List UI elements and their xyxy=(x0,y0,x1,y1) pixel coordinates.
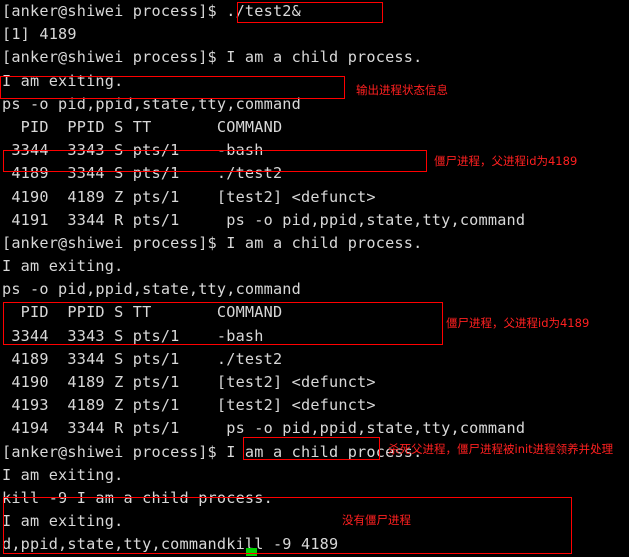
terminal-line: ps -o pid,ppid,state,tty,command xyxy=(2,94,301,113)
terminal-line: d,ppid,state,tty,commandkill -9 4189 xyxy=(2,535,339,554)
terminal-line: 4189 3344 S pts/1 ./test2 xyxy=(2,349,283,368)
terminal-screen[interactable]: [anker@shiwei process]$ ./test2& [1] 418… xyxy=(0,0,629,557)
annotation-kill-parent: 杀死父进程，僵尸进程被init进程领养并处理 xyxy=(388,442,614,456)
terminal-line: [anker@shiwei process]$ ./test2& xyxy=(2,2,301,20)
terminal-line: I am exiting. xyxy=(2,257,124,276)
terminal-output[interactable]: [anker@shiwei process]$ ./test2& [1] 418… xyxy=(0,0,629,557)
annotation-zombie-row-single: 僵尸进程，父进程id为4189 xyxy=(434,154,578,168)
terminal-line: I am exiting. xyxy=(2,465,124,484)
terminal-line: 4190 4189 Z pts/1 [test2] <defunct> xyxy=(2,373,376,391)
terminal-line: 4190 4189 Z pts/1 [test2] <defunct> xyxy=(2,187,376,206)
terminal-line: 4193 4189 Z pts/1 [test2] <defunct> xyxy=(2,396,376,415)
terminal-line: kill -9 I am a child process. xyxy=(2,488,273,507)
terminal-line: ps -o pid,ppid,state,tty,command xyxy=(2,280,301,299)
terminal-line: PID PPID S TT COMMAND xyxy=(2,117,283,136)
terminal-line: [anker@shiwei process]$ I am a child pro… xyxy=(2,48,423,67)
annotation-zombie-rows-double: 僵尸进程，父进程id为4189 xyxy=(446,316,590,330)
terminal-line: 4191 3344 R pts/1 ps -o pid,ppid,state,t… xyxy=(2,210,526,229)
terminal-line: [anker@shiwei process]$ I am a child pro… xyxy=(2,233,423,252)
terminal-line: I am exiting. xyxy=(2,512,124,531)
terminal-line: [1] 4189 xyxy=(2,25,77,44)
terminal-line: I am exiting. xyxy=(2,71,124,90)
terminal-line: 4194 3344 R pts/1 ps -o pid,ppid,state,t… xyxy=(2,419,526,438)
annotation-no-zombie-table: 没有僵尸进程 xyxy=(342,513,411,527)
terminal-cursor xyxy=(246,548,257,556)
annotation-ps-state-command: 输出进程状态信息 xyxy=(356,83,448,97)
